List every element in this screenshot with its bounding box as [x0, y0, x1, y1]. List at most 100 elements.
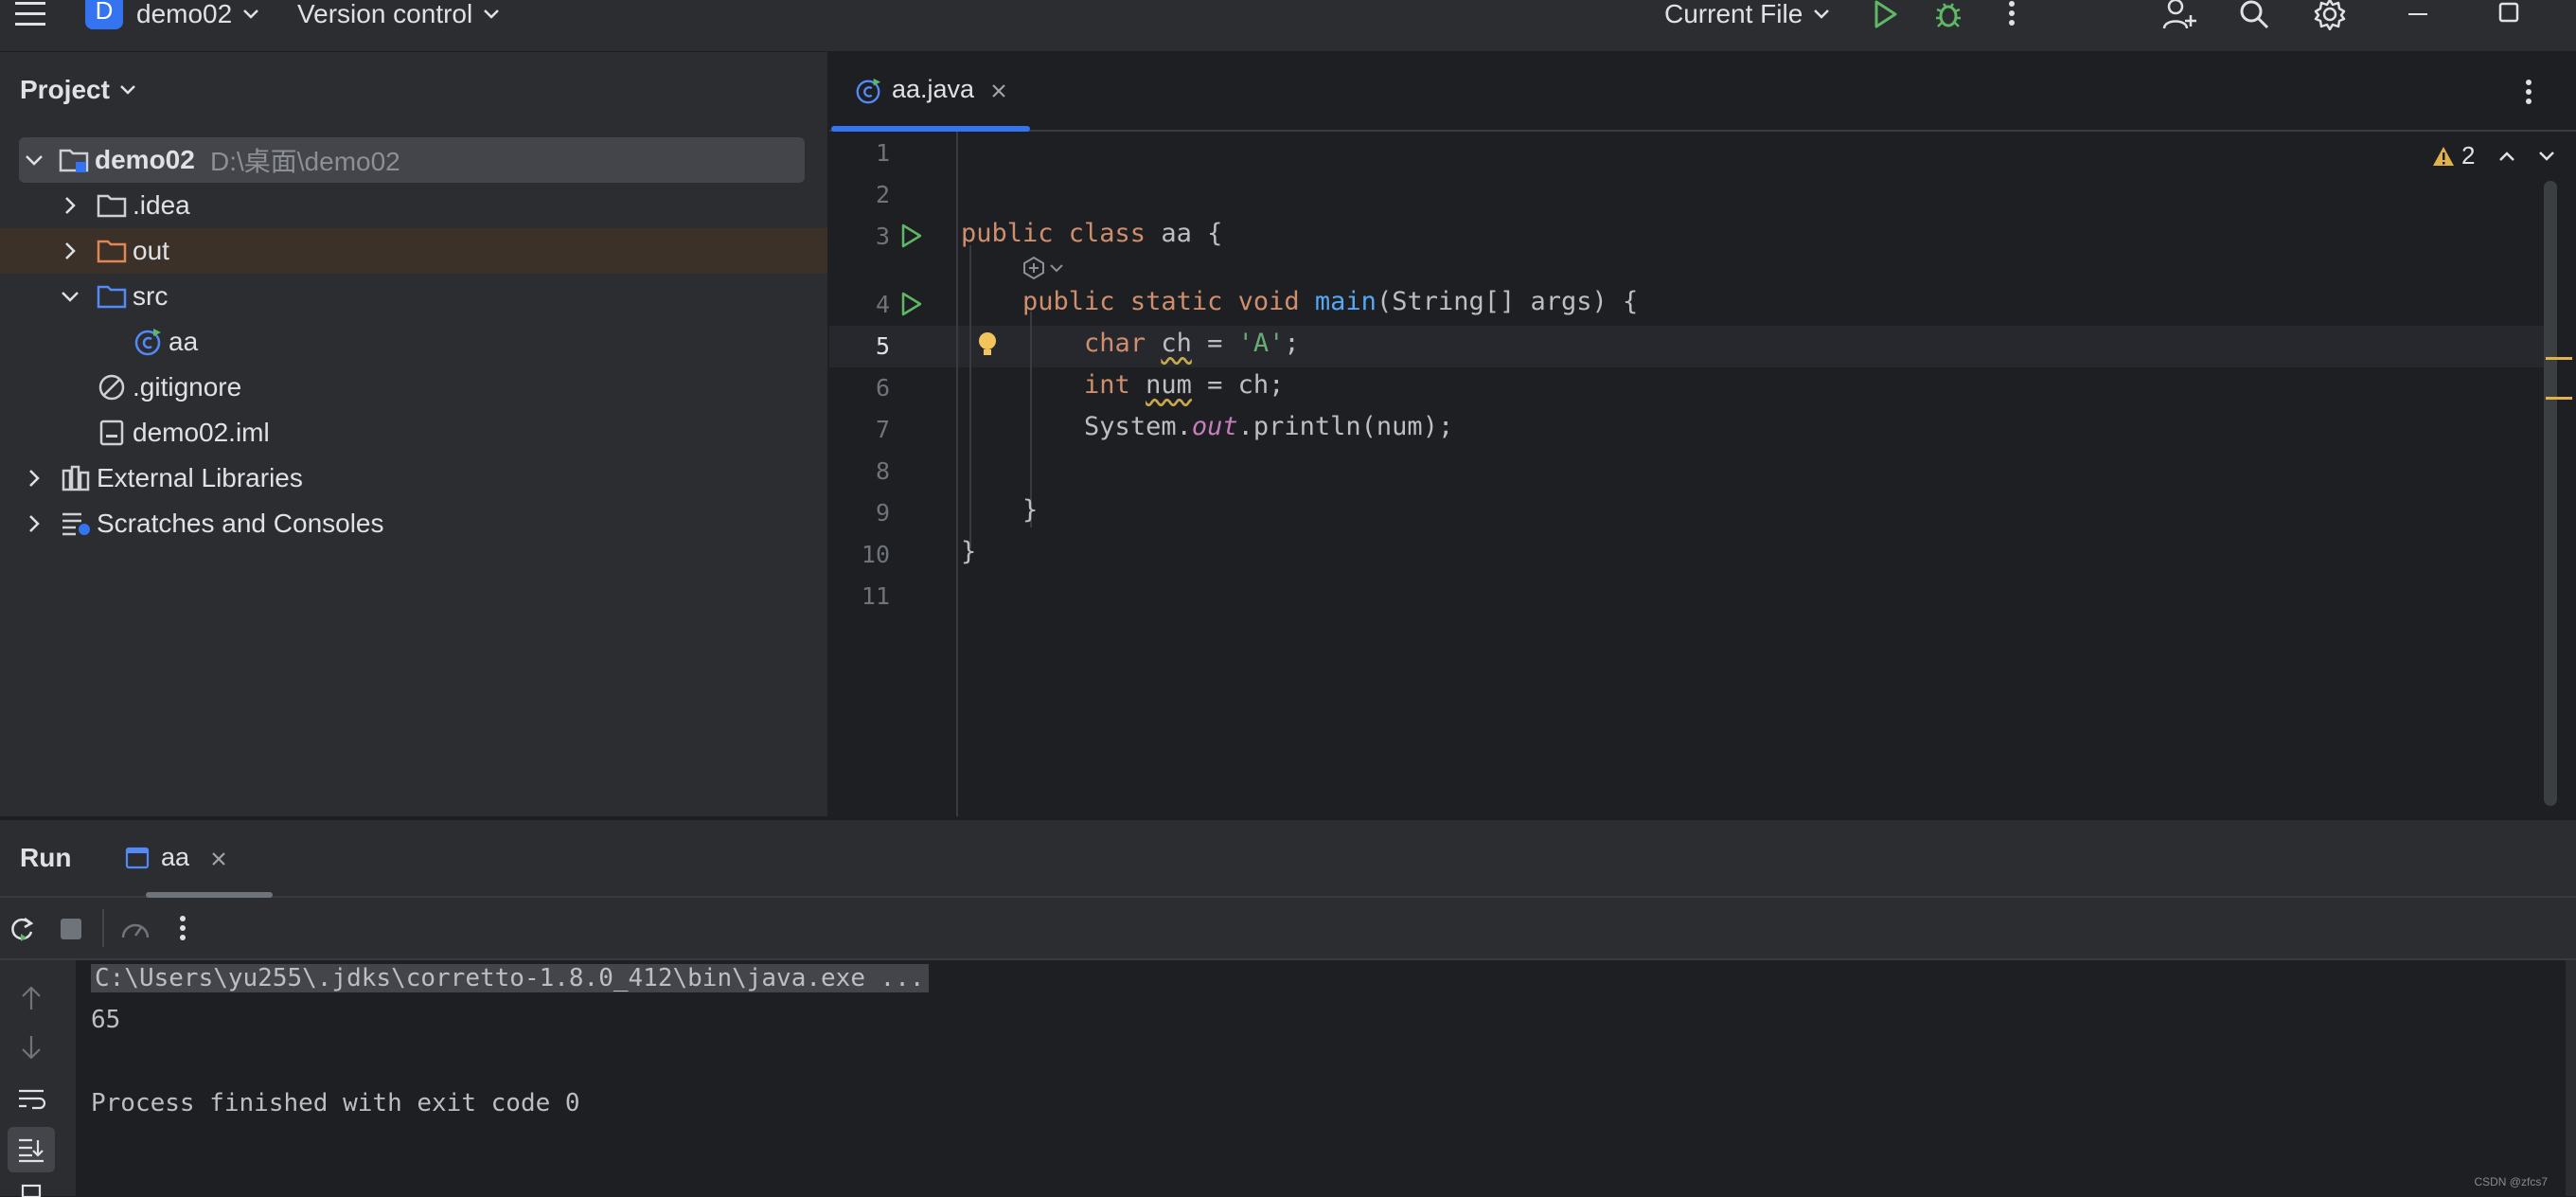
more-vertical-icon[interactable]: [2524, 79, 2533, 107]
folder-icon: [97, 194, 127, 218]
maximize-button[interactable]: [2497, 0, 2520, 28]
code-line-4: public static void main(String[] args) {: [961, 287, 1638, 316]
more-vertical-icon: [2009, 1, 2015, 26]
code-with-me-button[interactable]: [2162, 0, 2198, 29]
tree-item-src[interactable]: src: [0, 274, 827, 319]
warning-count: 2: [2461, 141, 2476, 170]
run-tab-label: aa: [161, 843, 190, 871]
code-token: }: [961, 537, 977, 566]
arrow-down-icon[interactable]: [19, 1034, 44, 1061]
tree-label-aa: aa: [169, 327, 199, 356]
run-tab-aa[interactable]: aa: [123, 820, 273, 898]
run-tool-window: Run aa C:\Users\yu255\.jdks\corretto-1.8…: [0, 818, 2576, 1197]
project-name: demo02: [136, 0, 233, 28]
main-menu-button[interactable]: [13, 0, 47, 28]
scroll-to-end-button[interactable]: [8, 1127, 55, 1172]
toolbar-divider: [102, 909, 104, 947]
code-token: char: [1084, 329, 1146, 358]
tree-item-demo02[interactable]: demo02 D:\桌面\demo02: [19, 137, 805, 183]
code-token: = ch;: [1191, 370, 1285, 400]
source-folder-icon: [97, 285, 127, 309]
tree-item-gitignore[interactable]: .gitignore: [0, 365, 827, 410]
chevron-down-icon: [120, 85, 135, 95]
line-number: 3: [875, 223, 890, 250]
editor-tab-label: aa.java: [892, 75, 975, 103]
console-output[interactable]: C:\Users\yu255\.jdks\corretto-1.8.0_412\…: [76, 960, 2566, 1196]
editor-scrollbar[interactable]: [2544, 181, 2557, 806]
play-icon: [1874, 0, 1897, 28]
console-exit-message: Process finished with exit code 0: [91, 1089, 580, 1117]
tree-item-aa[interactable]: aa: [0, 319, 827, 365]
code-token: public static void: [1022, 287, 1300, 316]
code-line-6: int num = ch;: [961, 370, 1284, 400]
rerun-icon[interactable]: [8, 915, 36, 943]
tree-item-scratches[interactable]: Scratches and Consoles: [0, 501, 827, 546]
close-icon[interactable]: [210, 850, 227, 867]
tree-label-src: src: [133, 281, 169, 311]
arrow-up-icon[interactable]: [19, 985, 44, 1011]
line-number: 11: [861, 582, 890, 610]
vcs-menu[interactable]: Version control: [297, 0, 501, 28]
project-switcher[interactable]: D demo02: [85, 0, 260, 29]
line-number: 4: [875, 291, 890, 318]
editor-tab-aa-java[interactable]: aa.java: [829, 52, 1030, 132]
warning-stripe-marker[interactable]: [2546, 397, 2572, 400]
project-panel-title: Project: [20, 75, 110, 104]
code-line-9: }: [961, 495, 1038, 525]
console-side-toolbar: [0, 960, 74, 1197]
code-token: (String[] args) {: [1376, 287, 1639, 316]
tree-label-external-libraries: External Libraries: [97, 463, 303, 492]
code-token: System.: [1084, 412, 1192, 441]
code-line-10: }: [961, 537, 976, 566]
code-token: main: [1314, 287, 1377, 316]
code-token: aa {: [1146, 219, 1223, 248]
code-line-5: char ch = 'A';: [961, 329, 1300, 358]
profiler-icon[interactable]: [119, 915, 151, 943]
chevron-down-icon[interactable]: [2537, 150, 2556, 163]
soft-wrap-icon[interactable]: [17, 1087, 45, 1112]
line-number: 7: [875, 416, 890, 443]
ignore-file-icon: [98, 374, 125, 401]
tree-label-gitignore: .gitignore: [133, 372, 242, 402]
tree-item-out[interactable]: out: [0, 228, 827, 274]
editor-tab-bar: aa.java: [829, 52, 2576, 132]
code-token: num: [1146, 370, 1192, 400]
search-button[interactable]: [2238, 0, 2270, 29]
run-main-gutter-icon[interactable]: [897, 291, 924, 317]
run-config-label: Current File: [1664, 0, 1803, 28]
minimize-icon: [2408, 13, 2427, 15]
tree-item-external-libraries[interactable]: External Libraries: [0, 456, 827, 501]
inspection-widget[interactable]: 2: [2431, 141, 2556, 170]
application-window-icon: [125, 847, 150, 869]
stop-icon[interactable]: [59, 917, 83, 941]
line-number: 6: [875, 374, 890, 402]
run-class-gutter-icon[interactable]: [897, 223, 924, 249]
settings-button[interactable]: [2314, 0, 2346, 30]
tree-item-idea[interactable]: .idea: [0, 183, 827, 228]
warning-stripe-marker[interactable]: [2546, 357, 2572, 360]
code-token: out: [1191, 412, 1238, 441]
project-view-selector[interactable]: Project: [20, 75, 136, 105]
chevron-up-icon[interactable]: [2497, 150, 2516, 163]
run-config-selector[interactable]: Current File: [1664, 0, 1831, 28]
minimize-button[interactable]: [2407, 0, 2429, 28]
more-vertical-icon[interactable]: [178, 915, 187, 943]
code-token: int: [1084, 370, 1130, 400]
tree-label-idea: .idea: [133, 190, 190, 220]
more-actions-button[interactable]: [2007, 0, 2016, 28]
add-user-icon: [2162, 0, 2196, 29]
print-icon[interactable]: [17, 1184, 45, 1197]
run-button[interactable]: [1871, 0, 1899, 28]
code-token: ch: [1161, 329, 1192, 358]
tree-item-iml[interactable]: demo02.iml: [0, 410, 827, 456]
code-token: .println(num);: [1237, 412, 1454, 441]
code-token: }: [1022, 495, 1039, 525]
debug-button[interactable]: [1933, 0, 1963, 28]
search-icon: [2240, 0, 2269, 29]
close-icon[interactable]: [990, 82, 1007, 99]
java-class-runnable-icon: [856, 78, 881, 104]
code-editor[interactable]: 1 2 3 4 5 6 7 8 9 10 11 2 public class a…: [829, 132, 2576, 816]
code-vision-hint[interactable]: [1021, 255, 1064, 281]
title-bar: D demo02 Version control Current File: [0, 0, 2576, 52]
chevron-down-icon: [484, 9, 500, 19]
